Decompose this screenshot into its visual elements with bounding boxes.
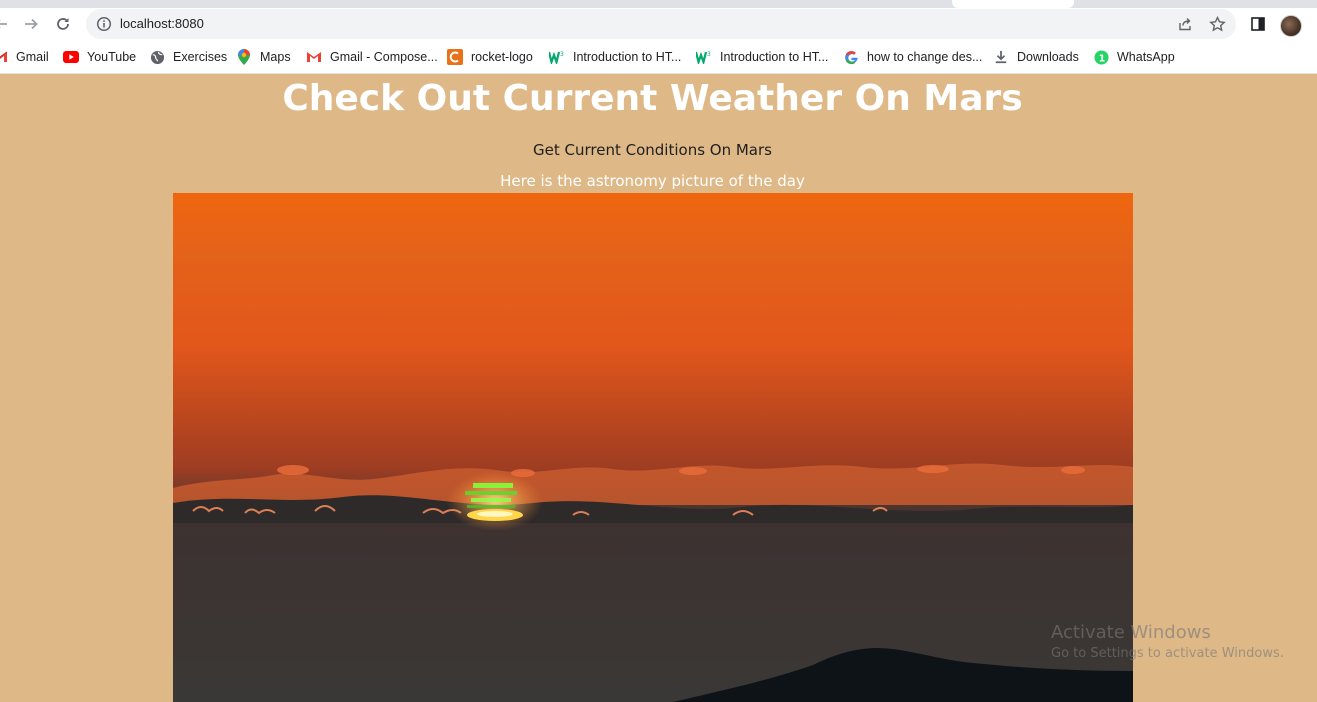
browser-toolbar: localhost:8080 xyxy=(0,8,1317,41)
sunset-green-flash-image xyxy=(173,193,1133,702)
bookmark-intro-html-2[interactable]: 3 Introduction to HT... xyxy=(696,48,828,66)
forward-arrow-icon xyxy=(25,18,38,30)
rocket-logo-icon xyxy=(447,49,463,65)
google-icon xyxy=(843,49,859,65)
bookmark-gmail-compose[interactable]: Gmail - Compose... xyxy=(306,48,438,66)
youtube-icon xyxy=(63,49,79,65)
bookmark-maps[interactable]: Maps xyxy=(236,48,291,66)
reload-button[interactable] xyxy=(50,11,76,37)
svg-text:3: 3 xyxy=(707,51,711,58)
windows-activation-watermark: Activate Windows Go to Settings to activ… xyxy=(1051,622,1284,661)
gmail-icon xyxy=(0,49,8,65)
address-bar[interactable]: localhost:8080 xyxy=(86,9,1236,39)
svg-text:3: 3 xyxy=(560,51,564,58)
bookmark-gmail[interactable]: Gmail xyxy=(0,48,49,66)
watermark-title: Activate Windows xyxy=(1051,622,1211,643)
page-title: Check Out Current Weather On Mars xyxy=(282,78,1023,119)
astronomy-picture-of-the-day xyxy=(173,193,1133,702)
bookmarks-bar: Gmail YouTube Exercises Maps Gmail - Com… xyxy=(0,41,1317,74)
download-icon xyxy=(993,49,1009,65)
bookmark-whatsapp[interactable]: 1 WhatsApp xyxy=(1093,48,1175,66)
back-button[interactable] xyxy=(0,11,14,37)
apod-caption: Here is the astronomy picture of the day xyxy=(500,172,805,190)
maps-pin-icon xyxy=(236,49,252,65)
site-info-icon[interactable] xyxy=(96,16,112,36)
bookmark-star-icon[interactable] xyxy=(1207,14,1227,34)
side-panel-icon xyxy=(1251,17,1265,31)
bookmark-downloads[interactable]: Downloads xyxy=(993,48,1079,66)
watermark-subtitle: Go to Settings to activate Windows. xyxy=(1051,646,1284,661)
svg-text:1: 1 xyxy=(1098,53,1105,64)
side-panel-button[interactable] xyxy=(1247,13,1269,35)
page-subtitle: Get Current Conditions On Mars xyxy=(533,141,772,159)
bookmark-exercises[interactable]: Exercises xyxy=(149,48,227,66)
whatsapp-icon: 1 xyxy=(1093,49,1109,65)
profile-avatar[interactable] xyxy=(1280,15,1302,37)
back-arrow-icon xyxy=(0,19,7,29)
bookmark-how-to-change[interactable]: how to change des... xyxy=(843,48,982,66)
w3schools-icon: 3 xyxy=(549,49,565,65)
forward-button[interactable] xyxy=(18,11,44,37)
share-icon[interactable] xyxy=(1175,14,1195,34)
bookmark-rocket-logo[interactable]: rocket-logo xyxy=(447,48,533,66)
gmail-icon xyxy=(306,49,322,65)
tab-strip xyxy=(0,0,1317,8)
url-text[interactable]: localhost:8080 xyxy=(120,16,204,31)
globe-icon xyxy=(149,49,165,65)
bookmark-intro-html-1[interactable]: 3 Introduction to HT... xyxy=(549,48,681,66)
active-tab[interactable] xyxy=(952,0,1074,8)
reload-icon xyxy=(57,18,69,30)
w3schools-icon: 3 xyxy=(696,49,712,65)
bookmark-youtube[interactable]: YouTube xyxy=(63,48,136,66)
page-body: Check Out Current Weather On Mars Get Cu… xyxy=(0,74,1317,702)
